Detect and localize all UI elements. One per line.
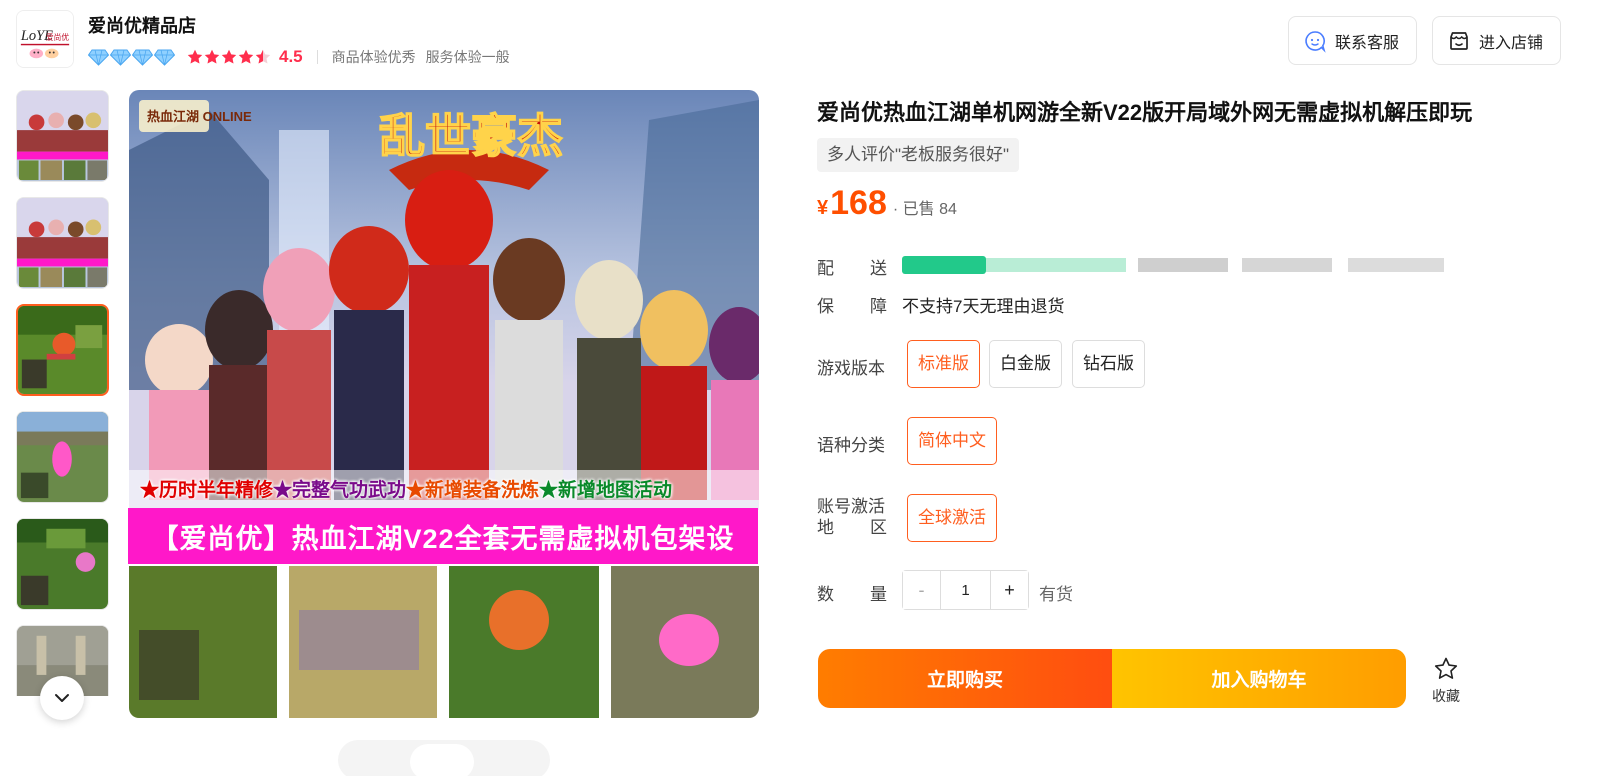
svg-text:热血江湖 ONLINE: 热血江湖 ONLINE bbox=[147, 109, 252, 124]
favorite-button[interactable]: 收藏 bbox=[1428, 656, 1464, 706]
rating-star-icon bbox=[187, 49, 203, 64]
slogan-4: ★新增地图活动 bbox=[539, 480, 673, 501]
thumbnail-1[interactable] bbox=[16, 90, 109, 182]
slogan-3: ★新增装备洗炼 bbox=[406, 480, 540, 501]
quantity-increase-button[interactable]: + bbox=[990, 571, 1028, 609]
stock-status: 有货 bbox=[1039, 585, 1073, 604]
shop-level-diamonds bbox=[88, 49, 175, 66]
meta-divider bbox=[316, 50, 318, 64]
guarantee-value: 不支持7天无理由退货 bbox=[902, 297, 1065, 316]
svg-text:爱尚优: 爱尚优 bbox=[46, 32, 69, 42]
contact-service-label: 联系客服 bbox=[1335, 34, 1400, 52]
shipping-info-redacted bbox=[902, 254, 1447, 276]
rating-stars bbox=[187, 49, 271, 65]
diamond-icon bbox=[154, 49, 175, 66]
thumbnail-scroll-down-button[interactable] bbox=[40, 676, 84, 720]
shop-logo[interactable]: LoYE 爱尚优 bbox=[16, 10, 74, 68]
guarantee-label: 保障 bbox=[817, 297, 887, 316]
sold-count: · 已售 84 bbox=[892, 201, 957, 218]
slogan-1: ★历时半年精修 bbox=[140, 480, 274, 501]
shop-meta: 4.5 商品体验优秀 服务体验一般 bbox=[88, 46, 520, 68]
star-outline-icon bbox=[1434, 657, 1458, 679]
price-row: ¥ 168 · 已售 84 bbox=[817, 184, 957, 223]
main-product-image[interactable]: 热血江湖 ONLINE 乱世豪杰 bbox=[129, 90, 759, 718]
thumbnail-4[interactable] bbox=[16, 411, 109, 503]
diamond-icon bbox=[110, 49, 131, 66]
product-price: 168 bbox=[830, 184, 887, 222]
quantity-stepper[interactable]: - + bbox=[902, 570, 1029, 610]
svg-text:乱世豪杰: 乱世豪杰 bbox=[379, 110, 563, 162]
version-option-platinum[interactable]: 白金版 bbox=[989, 340, 1062, 388]
add-to-cart-button[interactable]: 加入购物车 bbox=[1112, 649, 1406, 708]
activation-region-label: 账号激活 地区 bbox=[817, 496, 889, 538]
quantity-input[interactable] bbox=[941, 571, 990, 609]
language-label: 语种分类 bbox=[817, 436, 885, 455]
rating-star-icon bbox=[221, 49, 237, 64]
pager-active-indicator[interactable] bbox=[410, 744, 474, 776]
language-option-simplified-chinese[interactable]: 简体中文 bbox=[907, 417, 997, 465]
enter-store-button[interactable]: 进入店铺 bbox=[1432, 16, 1561, 65]
main-image-slogan: ★历时半年精修★完整气功武功★新增装备洗炼★新增地图活动 bbox=[140, 475, 750, 502]
thumbnail-list[interactable] bbox=[16, 90, 109, 696]
rating-star-icon bbox=[238, 49, 254, 64]
shipping-label: 配送 bbox=[817, 259, 887, 278]
quantity-decrease-button[interactable]: - bbox=[903, 571, 941, 609]
buy-now-button[interactable]: 立即购买 bbox=[818, 649, 1112, 708]
shop-tag-service: 服务体验一般 bbox=[425, 49, 510, 65]
chevron-down-icon bbox=[55, 694, 69, 702]
customer-service-icon bbox=[1305, 30, 1326, 53]
favorite-label: 收藏 bbox=[1432, 688, 1460, 704]
diamond-icon bbox=[88, 49, 109, 66]
quantity-label: 数量 bbox=[817, 585, 887, 604]
version-option-standard[interactable]: 标准版 bbox=[907, 340, 980, 388]
shop-rating: 4.5 bbox=[279, 47, 303, 66]
version-option-diamond[interactable]: 钻石版 bbox=[1072, 340, 1145, 388]
rating-star-icon bbox=[204, 49, 220, 64]
shop-tag-product: 商品体验优秀 bbox=[331, 49, 416, 65]
enter-store-label: 进入店铺 bbox=[1479, 34, 1544, 52]
version-label: 游戏版本 bbox=[817, 359, 885, 378]
activation-region-label-line1: 账号激活 bbox=[817, 497, 885, 516]
thumbnail-3[interactable] bbox=[16, 304, 109, 396]
diamond-icon bbox=[132, 49, 153, 66]
main-image-banner: 【爱尚优】热血江湖V22全套无需虚拟机包架设 bbox=[128, 508, 758, 564]
region-option-global[interactable]: 全球激活 bbox=[907, 494, 997, 542]
activation-region-label-line2: 地区 bbox=[817, 518, 887, 537]
store-icon bbox=[1450, 31, 1468, 50]
product-title: 爱尚优热血江湖单机网游全新V22版开局域外网无需虚拟机解压即玩 bbox=[817, 100, 1473, 125]
purchase-buttons: 立即购买 加入购物车 bbox=[818, 649, 1406, 708]
review-highlight-tag: 多人评价"老板服务很好" bbox=[817, 138, 1020, 172]
shop-name[interactable]: 爱尚优精品店 bbox=[88, 12, 196, 38]
rating-star-icon bbox=[255, 49, 271, 64]
contact-service-button[interactable]: 联系客服 bbox=[1288, 16, 1417, 65]
thumbnail-5[interactable] bbox=[16, 518, 109, 610]
thumbnail-2[interactable] bbox=[16, 197, 109, 289]
currency-symbol: ¥ bbox=[817, 197, 829, 219]
image-pager[interactable] bbox=[338, 740, 550, 776]
slogan-2: ★完整气功武功 bbox=[273, 480, 407, 501]
